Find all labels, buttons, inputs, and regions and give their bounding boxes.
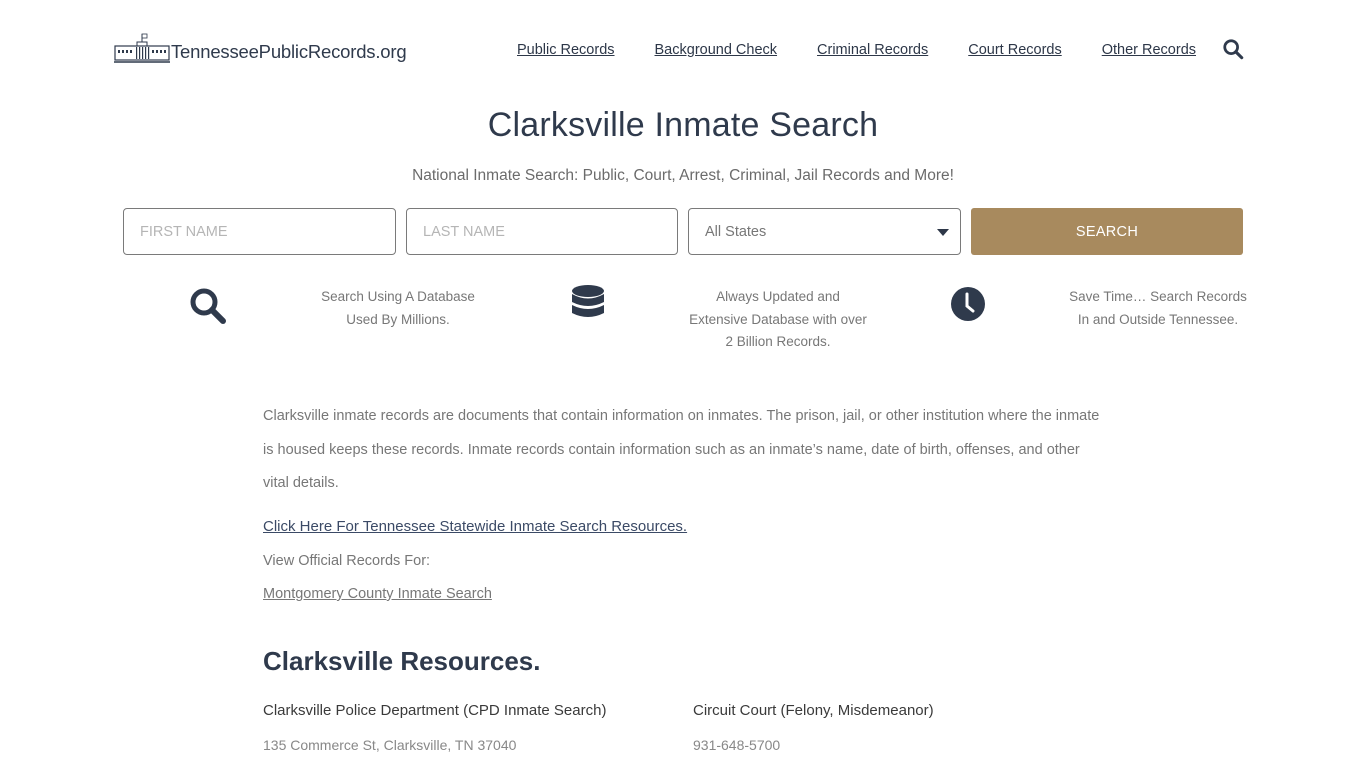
resource-name: Clarksville Police Department (CPD Inmat… <box>263 702 607 719</box>
search-button[interactable]: SEARCH <box>971 208 1243 255</box>
features-row: Search Using A Database Used By Millions… <box>0 284 1366 364</box>
clock-icon <box>951 287 985 321</box>
feature-text: Always Updated and Extensive Database wi… <box>689 289 867 349</box>
nav-other-records[interactable]: Other Records <box>1102 40 1196 60</box>
intro-paragraph: Clarksville inmate records are documents… <box>263 408 1100 491</box>
resources-heading: Clarksville Resources. <box>263 646 541 676</box>
caret-down-icon <box>937 229 949 236</box>
nav-background-check[interactable]: Background Check <box>655 40 778 60</box>
state-select[interactable]: All States <box>688 208 961 255</box>
first-name-input[interactable] <box>123 208 396 255</box>
view-official-records-label: View Official Records For: <box>263 553 431 569</box>
capitol-building-icon <box>114 33 170 63</box>
search-icon[interactable] <box>1222 38 1244 60</box>
resource-name: Circuit Court (Felony, Misdemeanor) <box>693 702 934 719</box>
resource-address: 135 Commerce St, Clarksville, TN 37040 <box>263 737 517 753</box>
nav-public-records[interactable]: Public Records <box>517 40 615 60</box>
database-icon <box>572 285 604 317</box>
inmate-search-form: All States SEARCH <box>123 208 1243 255</box>
nav-court-records[interactable]: Court Records <box>968 40 1061 60</box>
main-nav: Public Records Background Check Criminal… <box>517 40 1236 60</box>
state-select-value: All States <box>705 223 767 240</box>
page-title: Clarksville Inmate Search <box>487 106 879 144</box>
statewide-resources-link[interactable]: Click Here For Tennessee Statewide Inmat… <box>263 518 687 535</box>
search-icon <box>190 288 226 324</box>
main-content: Clarksville inmate records are documents… <box>263 400 1103 753</box>
last-name-input[interactable] <box>406 208 678 255</box>
county-inmate-search-link[interactable]: Montgomery County Inmate Search <box>263 586 492 602</box>
page-subtitle: National Inmate Search: Public, Court, A… <box>412 167 954 184</box>
site-header: TennesseePublicRecords.org Public Record… <box>0 0 1366 100</box>
feature-text: Search Using A Database Used By Millions… <box>321 289 475 327</box>
nav-criminal-records[interactable]: Criminal Records <box>817 40 928 60</box>
site-logo[interactable]: TennesseePublicRecords.org <box>114 32 407 64</box>
logo-text: TennesseePublicRecords.org <box>171 41 407 62</box>
resource-phone: 931-648-5700 <box>693 737 781 753</box>
feature-text: Save Time… Search Records In and Outside… <box>1069 289 1247 327</box>
